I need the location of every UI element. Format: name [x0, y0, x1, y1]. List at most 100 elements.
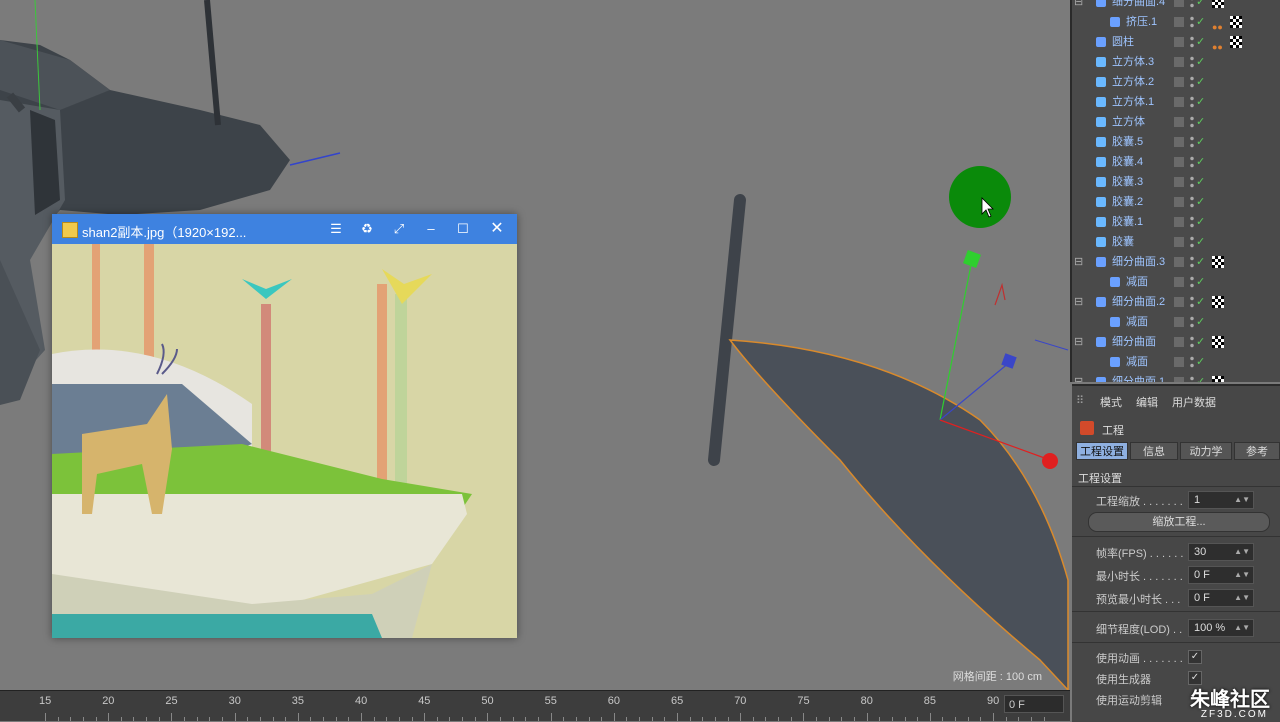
object-name[interactable]: 减面: [1126, 352, 1148, 372]
object-name[interactable]: 减面: [1126, 312, 1148, 332]
object-row[interactable]: 胶囊 ✓: [1072, 232, 1280, 252]
visibility-dots-icon[interactable]: [1190, 175, 1194, 189]
object-row[interactable]: 立方体.3 ✓: [1072, 52, 1280, 72]
object-name[interactable]: 细分曲面.2: [1112, 292, 1165, 312]
object-name[interactable]: 立方体: [1112, 112, 1145, 132]
menu-mode[interactable]: 模式: [1100, 394, 1122, 410]
layer-icon[interactable]: [1174, 0, 1184, 7]
material-tag-icon[interactable]: [1212, 336, 1224, 348]
visibility-dots-icon[interactable]: [1190, 135, 1194, 149]
object-row[interactable]: ⊟ 细分曲面 ✓: [1072, 332, 1280, 352]
enabled-check-icon[interactable]: ✓: [1196, 152, 1205, 172]
enabled-check-icon[interactable]: ✓: [1196, 192, 1205, 212]
layer-icon[interactable]: [1174, 317, 1184, 327]
enabled-check-icon[interactable]: ✓: [1196, 232, 1205, 252]
enabled-check-icon[interactable]: ✓: [1196, 312, 1205, 332]
object-name[interactable]: 减面: [1126, 272, 1148, 292]
object-name[interactable]: 立方体.1: [1112, 92, 1154, 112]
visibility-dots-icon[interactable]: [1190, 315, 1194, 329]
min-time-field[interactable]: 0 F ▲▼: [1188, 566, 1254, 584]
material-tag-icon[interactable]: [1230, 16, 1242, 28]
tree-expander-icon[interactable]: ⊟: [1074, 332, 1083, 352]
menu-user-data[interactable]: 用户数据: [1172, 394, 1216, 410]
object-name[interactable]: 胶囊: [1112, 232, 1134, 252]
enabled-check-icon[interactable]: ✓: [1196, 52, 1205, 72]
object-row[interactable]: 挤压.1 ✓ ●●: [1072, 12, 1280, 32]
visibility-dots-icon[interactable]: [1190, 255, 1194, 269]
fps-field[interactable]: 30 ▲▼: [1188, 543, 1254, 561]
enabled-check-icon[interactable]: ✓: [1196, 372, 1205, 382]
object-row[interactable]: 减面 ✓: [1072, 272, 1280, 292]
visibility-dots-icon[interactable]: [1190, 355, 1194, 369]
layer-icon[interactable]: [1174, 57, 1184, 67]
visibility-dots-icon[interactable]: [1190, 295, 1194, 309]
material-tag-icon[interactable]: [1212, 0, 1224, 8]
visibility-dots-icon[interactable]: [1190, 155, 1194, 169]
layer-icon[interactable]: [1174, 17, 1184, 27]
visibility-dots-icon[interactable]: [1190, 195, 1194, 209]
layer-icon[interactable]: [1174, 357, 1184, 367]
tab-info[interactable]: 信息: [1130, 442, 1178, 460]
enabled-check-icon[interactable]: ✓: [1196, 112, 1205, 132]
current-frame-field[interactable]: 0 F: [1004, 695, 1064, 713]
material-tag-icon[interactable]: [1230, 36, 1242, 48]
menu-edit[interactable]: 编辑: [1136, 394, 1158, 410]
layer-icon[interactable]: [1174, 137, 1184, 147]
object-name[interactable]: 挤压.1: [1126, 12, 1157, 32]
layer-icon[interactable]: [1174, 217, 1184, 227]
object-manager[interactable]: ⊟ 细分曲面.4 ✓ 挤压.1 ✓ ●● 圆柱 ✓ ●● 立方体.3 ✓ 立方体.2 ✓ 立方体.1 ✓ 立方…: [1070, 0, 1280, 382]
object-name[interactable]: 细分曲面.1: [1112, 372, 1165, 382]
visibility-dots-icon[interactable]: [1190, 215, 1194, 229]
object-name[interactable]: 胶囊.5: [1112, 132, 1143, 152]
object-row[interactable]: 胶囊.5 ✓: [1072, 132, 1280, 152]
visibility-dots-icon[interactable]: [1190, 15, 1194, 29]
scale-project-button[interactable]: 缩放工程...: [1088, 512, 1270, 532]
object-row[interactable]: 胶囊.2 ✓: [1072, 192, 1280, 212]
object-row[interactable]: 胶囊.1 ✓: [1072, 212, 1280, 232]
visibility-dots-icon[interactable]: [1190, 55, 1194, 69]
layer-icon[interactable]: [1174, 377, 1184, 382]
layer-icon[interactable]: [1174, 237, 1184, 247]
visibility-dots-icon[interactable]: [1190, 115, 1194, 129]
object-name[interactable]: 立方体.3: [1112, 52, 1154, 72]
enabled-check-icon[interactable]: ✓: [1196, 212, 1205, 232]
enabled-check-icon[interactable]: ✓: [1196, 0, 1205, 12]
maximize-icon[interactable]: ☐: [454, 220, 472, 238]
object-name[interactable]: 圆柱: [1112, 32, 1134, 52]
object-name[interactable]: 胶囊.4: [1112, 152, 1143, 172]
tab-project-settings[interactable]: 工程设置: [1076, 442, 1128, 460]
object-name[interactable]: 细分曲面.4: [1112, 0, 1165, 12]
layer-icon[interactable]: [1174, 337, 1184, 347]
preview-min-field[interactable]: 0 F ▲▼: [1188, 589, 1254, 607]
object-name[interactable]: 细分曲面.3: [1112, 252, 1165, 272]
visibility-dots-icon[interactable]: [1190, 0, 1194, 9]
filter-tag-icon[interactable]: ●●: [1212, 17, 1224, 32]
tab-dynamics[interactable]: 动力学: [1180, 442, 1232, 460]
object-row[interactable]: 立方体 ✓: [1072, 112, 1280, 132]
enabled-check-icon[interactable]: ✓: [1196, 12, 1205, 32]
use-animation-checkbox[interactable]: ✓: [1188, 650, 1202, 664]
enabled-check-icon[interactable]: ✓: [1196, 292, 1205, 312]
layer-icon[interactable]: [1174, 297, 1184, 307]
object-row[interactable]: 立方体.2 ✓: [1072, 72, 1280, 92]
timeline-ruler[interactable]: 15 20 25 30 35 40 45 50 55 60 65 70 75 80 85 90 0 F: [0, 690, 1070, 721]
enabled-check-icon[interactable]: ✓: [1196, 272, 1205, 292]
tree-expander-icon[interactable]: ⊟: [1074, 252, 1083, 272]
material-tag-icon[interactable]: [1212, 256, 1224, 268]
object-row[interactable]: 圆柱 ✓ ●●: [1072, 32, 1280, 52]
material-tag-icon[interactable]: [1212, 376, 1224, 382]
material-tag-icon[interactable]: [1212, 296, 1224, 308]
visibility-dots-icon[interactable]: [1190, 75, 1194, 89]
minimize-icon[interactable]: –: [422, 220, 440, 238]
fullscreen-icon[interactable]: ⤢: [390, 220, 408, 238]
object-row[interactable]: 减面 ✓: [1072, 312, 1280, 332]
layer-icon[interactable]: [1174, 117, 1184, 127]
enabled-check-icon[interactable]: ✓: [1196, 132, 1205, 152]
object-row[interactable]: 胶囊.4 ✓: [1072, 152, 1280, 172]
object-row[interactable]: 减面 ✓: [1072, 352, 1280, 372]
menu-icon[interactable]: ☰: [327, 220, 345, 238]
tab-reference[interactable]: 参考: [1234, 442, 1280, 460]
attribute-manager[interactable]: ⠿ 模式 编辑 用户数据 工程 工程设置 信息 动力学 参考 工程设置 工程缩放…: [1072, 384, 1280, 722]
visibility-dots-icon[interactable]: [1190, 95, 1194, 109]
visibility-dots-icon[interactable]: [1190, 35, 1194, 49]
